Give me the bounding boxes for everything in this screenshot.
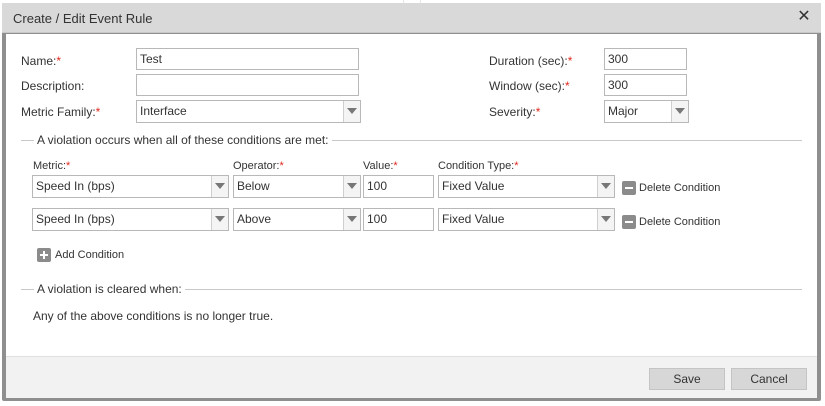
chevron-down-icon[interactable] (343, 101, 360, 122)
delete-condition-button[interactable]: Delete Condition (622, 214, 732, 230)
add-condition-button[interactable]: Add Condition (37, 248, 137, 264)
metric-header: Metric:* (33, 160, 71, 172)
form-panel: Name:* Test Description: Metric Family:*… (6, 34, 817, 356)
condition-value-field[interactable]: 100 (363, 208, 434, 231)
delete-condition-button[interactable]: Delete Condition (622, 180, 732, 196)
metric-family-select[interactable]: Interface (136, 100, 361, 123)
window-label: Window (sec):* (489, 79, 570, 93)
condition-type-value: Fixed Value (442, 179, 505, 193)
condition-operator-select[interactable]: Above (233, 208, 361, 231)
duration-field[interactable]: 300 (604, 48, 687, 70)
severity-select[interactable]: Major (604, 100, 689, 123)
operator-header: Operator:* (233, 160, 284, 172)
severity-value: Major (608, 104, 639, 118)
close-icon[interactable]: ✕ (796, 9, 812, 25)
chevron-down-icon[interactable] (597, 209, 614, 230)
condition-operator-value: Above (237, 212, 272, 226)
add-condition-label: Add Condition (55, 249, 125, 261)
value-header: Value:* (363, 160, 398, 172)
chevron-down-icon[interactable] (343, 209, 360, 230)
name-label: Name:* (21, 54, 62, 68)
condition-operator-value: Below (237, 179, 270, 193)
delete-condition-label: Delete Condition (639, 216, 721, 228)
condition-metric-value: Speed In (bps) (36, 212, 115, 226)
event-rule-dialog: Create / Edit Event Rule ✕ Name:* Test D… (2, 3, 821, 401)
condition-type-select[interactable]: Fixed Value (438, 175, 615, 198)
condition-metric-select[interactable]: Speed In (bps) (32, 208, 229, 231)
condition-type-value: Fixed Value (442, 212, 505, 226)
chevron-down-icon[interactable] (671, 101, 688, 122)
cancel-button[interactable]: Cancel (731, 368, 807, 390)
window-field[interactable]: 300 (604, 74, 687, 96)
chevron-down-icon[interactable] (211, 176, 228, 197)
description-field[interactable] (136, 74, 359, 96)
name-field[interactable]: Test (136, 48, 359, 70)
chevron-down-icon[interactable] (343, 176, 360, 197)
duration-label: Duration (sec):* (489, 54, 573, 68)
metric-family-value: Interface (140, 104, 187, 118)
severity-label: Severity:* (489, 105, 541, 119)
minus-icon (622, 215, 636, 229)
description-label: Description: (21, 79, 85, 93)
chevron-down-icon[interactable] (211, 209, 228, 230)
save-button[interactable]: Save (649, 368, 725, 390)
condition-operator-select[interactable]: Below (233, 175, 361, 198)
chevron-down-icon[interactable] (597, 176, 614, 197)
plus-icon (37, 248, 51, 262)
condition-metric-value: Speed In (bps) (36, 179, 115, 193)
minus-icon (622, 181, 636, 195)
dialog-title: Create / Edit Event Rule (13, 11, 153, 26)
condition-type-select[interactable]: Fixed Value (438, 208, 615, 231)
dialog-titlebar[interactable]: Create / Edit Event Rule ✕ (2, 3, 821, 33)
cleared-description: Any of the above conditions is no longer… (33, 309, 274, 323)
conditions-legend: A violation occurs when all of these con… (34, 133, 332, 147)
metric-family-label: Metric Family:* (21, 105, 101, 119)
dialog-footer: Save Cancel (6, 356, 817, 398)
condition-value-field[interactable]: 100 (363, 175, 434, 198)
condition-metric-select[interactable]: Speed In (bps) (32, 175, 229, 198)
condition-type-header: Condition Type:* (438, 160, 519, 172)
delete-condition-label: Delete Condition (639, 182, 721, 194)
cleared-legend: A violation is cleared when: (34, 282, 185, 296)
